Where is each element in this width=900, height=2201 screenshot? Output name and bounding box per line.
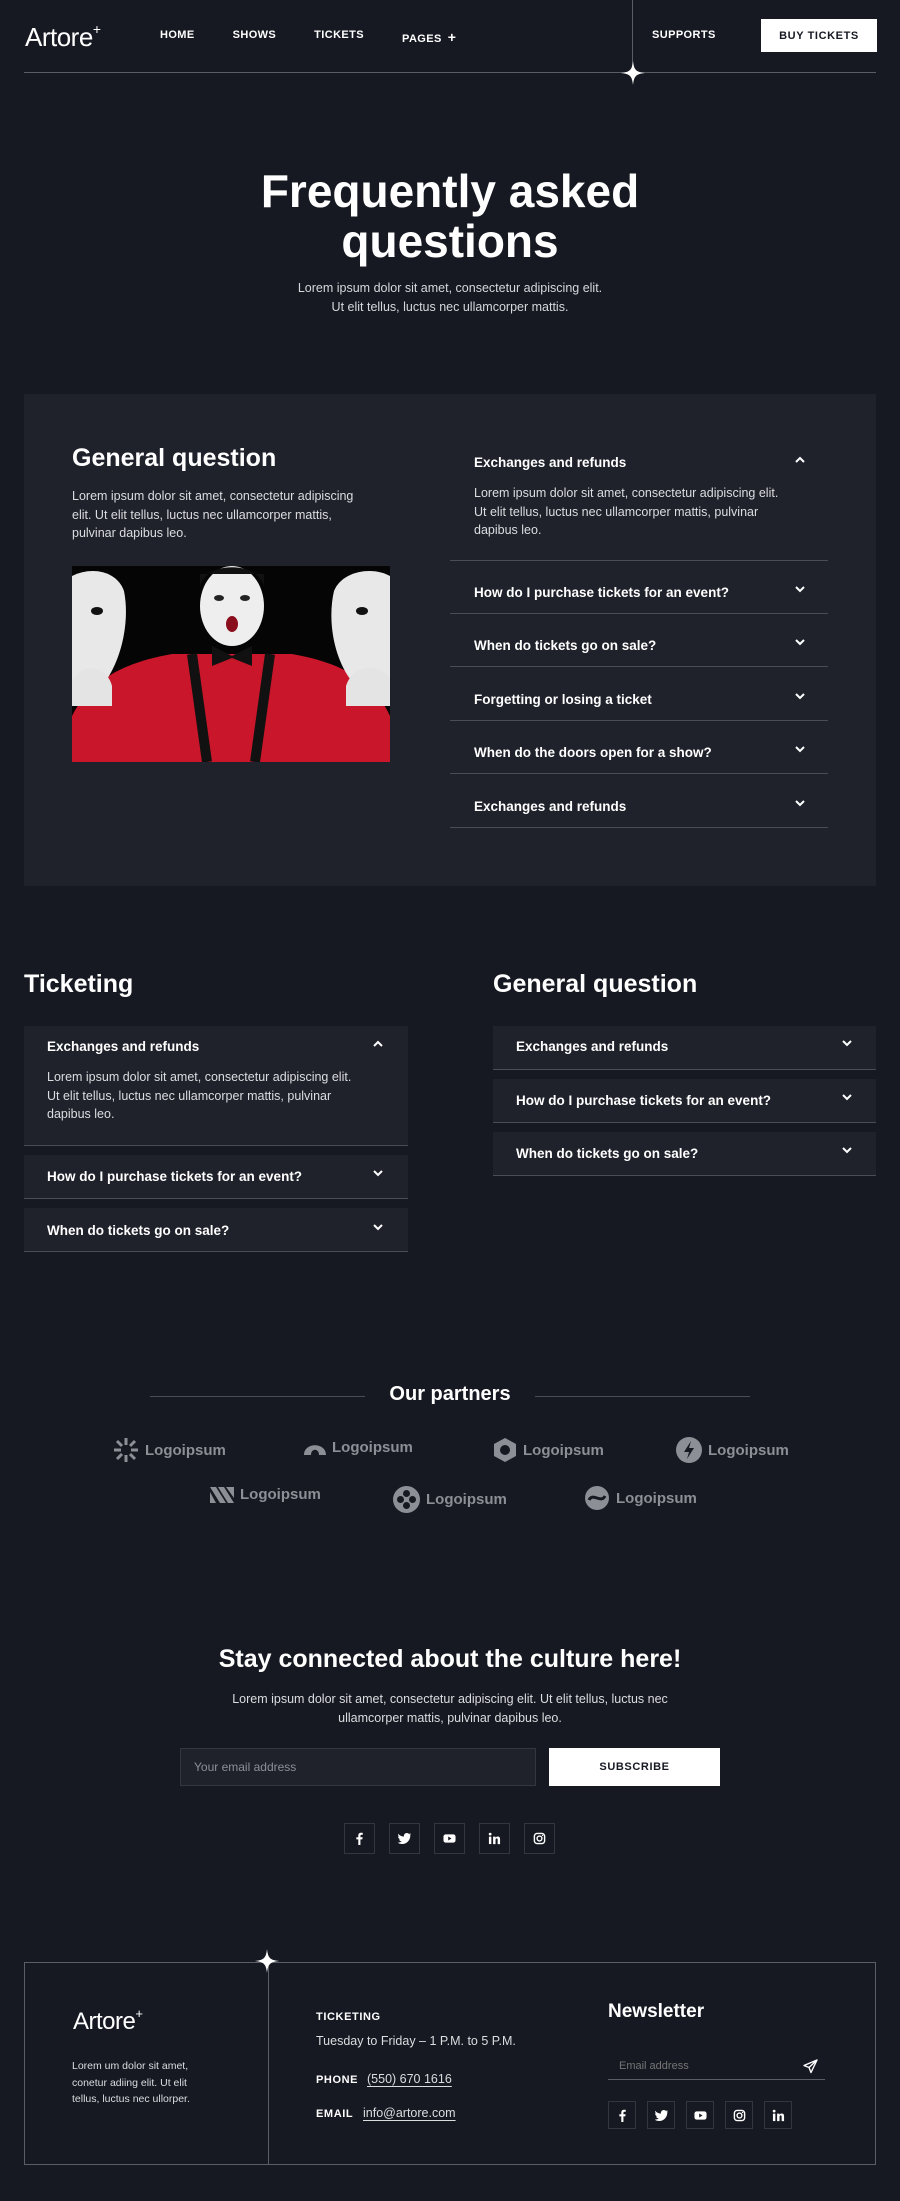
sunburst-logo-icon [114, 1438, 138, 1462]
newsletter-subtitle: Lorem ipsum dolor sit amet, consectetur … [232, 1692, 668, 1725]
chevron-down-icon[interactable] [793, 742, 807, 756]
partner-logo[interactable]: Logoipsum [113, 1437, 226, 1463]
send-icon[interactable] [803, 2059, 818, 2074]
partner-logo[interactable]: Logoipsum [493, 1437, 604, 1463]
stripes-logo-icon [210, 1486, 234, 1503]
chevron-down-icon[interactable] [840, 1143, 854, 1157]
youtube-icon[interactable] [434, 1823, 465, 1854]
chevron-down-icon[interactable] [793, 582, 807, 596]
site-logo[interactable]: Artore+ [25, 21, 101, 53]
newsletter-title: Stay connected about the culture here! [218, 1645, 682, 1673]
arch-logo-icon [304, 1445, 326, 1455]
buy-tickets-button[interactable]: BUY TICKETS [761, 19, 877, 52]
sparkle-icon [255, 1949, 279, 1973]
page-subtitle: Lorem ipsum dolor sit amet, consectetur … [297, 281, 603, 314]
faq-question[interactable]: When do the doors open for a show? [474, 745, 712, 760]
chevron-up-icon[interactable] [371, 1037, 385, 1051]
chevron-down-icon[interactable] [793, 796, 807, 810]
footer-email-input[interactable] [608, 2052, 825, 2080]
site-header: Artore+ HOME SHOWS TICKETS PAGES + SUPPOR… [24, 0, 877, 73]
footer-email-link[interactable]: info@artore.com [363, 2106, 456, 2120]
footer-newsletter-title: Newsletter [608, 2001, 705, 2022]
sparkle-icon [621, 61, 645, 85]
panel-text: Lorem ipsum dolor sit amet, consectetur … [72, 489, 354, 540]
footer-about: Lorem um dolor sit amet, conetur adiing e… [72, 2060, 190, 2105]
faq-question[interactable]: When do tickets go on sale? [47, 1223, 229, 1238]
faq-question[interactable]: Forgetting or losing a ticket [474, 692, 652, 707]
partner-logo[interactable]: Logoipsum [393, 1486, 507, 1513]
chevron-up-icon[interactable] [793, 453, 807, 467]
partner-logo[interactable]: Logoipsum [584, 1486, 697, 1510]
instagram-icon[interactable] [725, 2101, 753, 2129]
chevron-down-icon[interactable] [371, 1166, 385, 1180]
faq-question[interactable]: When do tickets go on sale? [516, 1146, 698, 1161]
footer-phone-label: PHONE [316, 2074, 359, 2086]
ticketing-title: Ticketing [24, 970, 134, 998]
facebook-icon[interactable] [608, 2101, 636, 2129]
chevron-down-icon[interactable] [371, 1220, 385, 1234]
partner-logo[interactable]: Logoipsum [676, 1437, 789, 1463]
faq-question[interactable]: Exchanges and refunds [474, 799, 626, 814]
faq-question[interactable]: How do I purchase tickets for an event? [516, 1093, 771, 1108]
twitter-icon[interactable] [389, 1823, 420, 1854]
footer-ticketing-label: TICKETING [316, 2011, 381, 2023]
footer-hours: Tuesday to Friday – 1 P.M. to 5 P.M. [316, 2034, 516, 2048]
twitter-icon[interactable] [647, 2101, 675, 2129]
quad-circle-logo-icon [393, 1486, 420, 1513]
nav-pages[interactable]: PAGES + [402, 29, 456, 45]
faq-answer: Lorem ipsum dolor sit amet, consectetur … [474, 486, 779, 537]
main-nav: HOME SHOWS TICKETS PAGES + [160, 29, 494, 45]
page-title: Frequently asked questions [260, 165, 640, 267]
footer-email-label: EMAIL [316, 2108, 354, 2120]
chevron-down-icon[interactable] [793, 635, 807, 649]
bolt-logo-icon [676, 1437, 702, 1463]
email-input[interactable] [180, 1748, 536, 1786]
swirl-logo-icon [585, 1486, 609, 1510]
nav-tickets[interactable]: TICKETS [314, 29, 364, 45]
subscribe-button[interactable]: SUBSCRIBE [549, 1748, 720, 1786]
linkedin-icon[interactable] [479, 1823, 510, 1854]
facebook-icon[interactable] [344, 1823, 375, 1854]
faq-question[interactable]: How do I purchase tickets for an event? [474, 585, 729, 600]
instagram-icon[interactable] [524, 1823, 555, 1854]
linkedin-icon[interactable] [764, 2101, 792, 2129]
faq-question[interactable]: Exchanges and refunds [516, 1039, 668, 1054]
nav-home[interactable]: HOME [160, 29, 195, 45]
supports-link[interactable]: SUPPORTS [652, 29, 716, 41]
partner-logo[interactable]: Logoipsum [210, 1486, 321, 1503]
faq-question[interactable]: Exchanges and refunds [47, 1039, 199, 1054]
partner-logo[interactable]: Logoipsum [304, 1437, 413, 1457]
youtube-icon[interactable] [686, 2101, 714, 2129]
footer-logo[interactable]: Artore+ [73, 2006, 143, 2036]
footer-phone-link[interactable]: (550) 670 1616 [367, 2072, 452, 2086]
panel-title: General question [72, 444, 277, 472]
general-title: General question [493, 970, 698, 998]
faq-question[interactable]: When do tickets go on sale? [474, 638, 656, 653]
faq-question[interactable]: Exchanges and refunds [474, 455, 626, 470]
footer-divider [268, 1963, 269, 2165]
mime-image [72, 566, 390, 762]
partners-title: Our partners [389, 1383, 511, 1405]
chevron-down-icon[interactable] [793, 689, 807, 703]
chevron-down-icon[interactable] [840, 1036, 854, 1050]
faq-answer: Lorem ipsum dolor sit amet, consectetur … [47, 1070, 352, 1121]
hexagon-logo-icon [494, 1438, 516, 1462]
nav-shows[interactable]: SHOWS [233, 29, 277, 45]
plus-icon: + [447, 29, 457, 45]
faq-question[interactable]: How do I purchase tickets for an event? [47, 1169, 302, 1184]
chevron-down-icon[interactable] [840, 1090, 854, 1104]
